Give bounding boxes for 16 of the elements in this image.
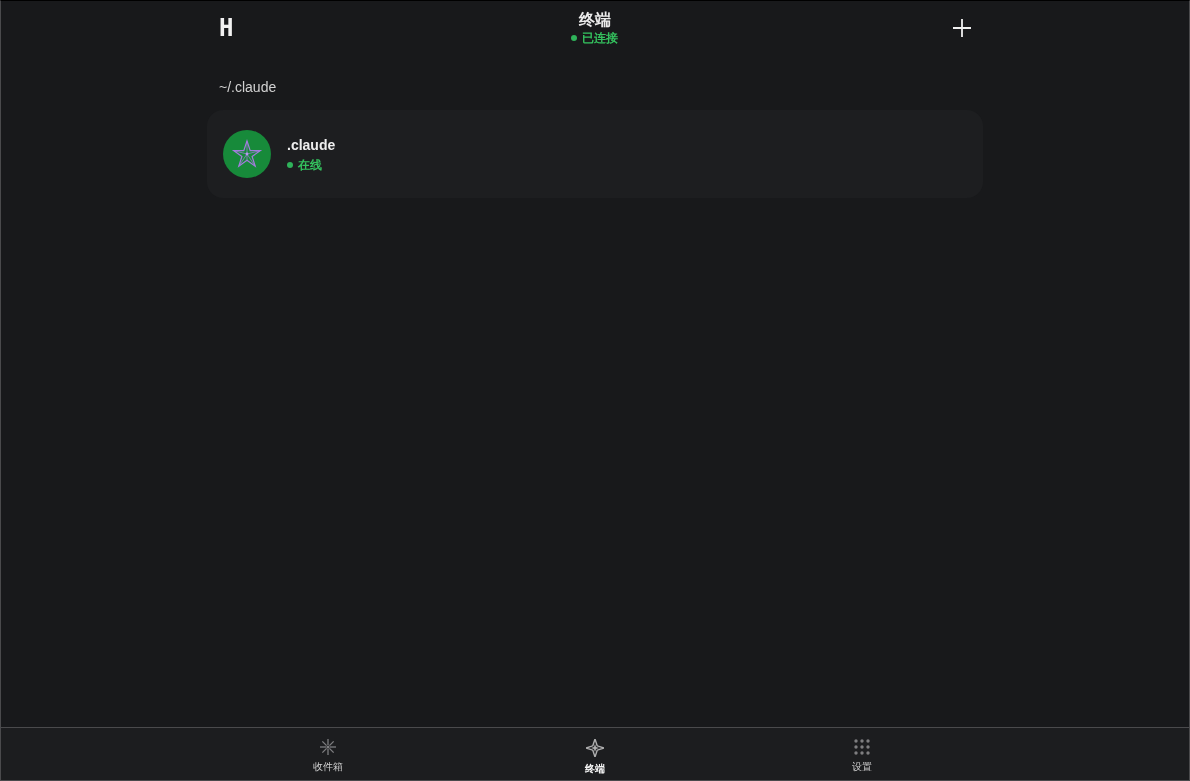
page-title: 终端 bbox=[579, 10, 611, 30]
session-status: 在线 bbox=[298, 156, 322, 173]
plus-icon bbox=[953, 19, 971, 37]
session-name: .claude bbox=[287, 135, 336, 154]
dot-grid-icon bbox=[854, 739, 870, 755]
sparkle-icon bbox=[320, 739, 336, 755]
logo: H bbox=[219, 16, 234, 40]
connection-status: 已连接 bbox=[582, 30, 619, 46]
tab-button[interactable]: 设置 bbox=[728, 728, 996, 780]
tab-button[interactable]: 收件箱 bbox=[194, 728, 462, 780]
section-heading: ~/.claude bbox=[219, 78, 277, 96]
session-card[interactable]: .claude 在线 bbox=[207, 110, 983, 198]
four-point-star-icon bbox=[586, 739, 604, 757]
tab-button[interactable]: 终端 bbox=[461, 728, 729, 780]
add-button[interactable] bbox=[953, 19, 971, 37]
star-avatar-icon bbox=[223, 130, 271, 178]
